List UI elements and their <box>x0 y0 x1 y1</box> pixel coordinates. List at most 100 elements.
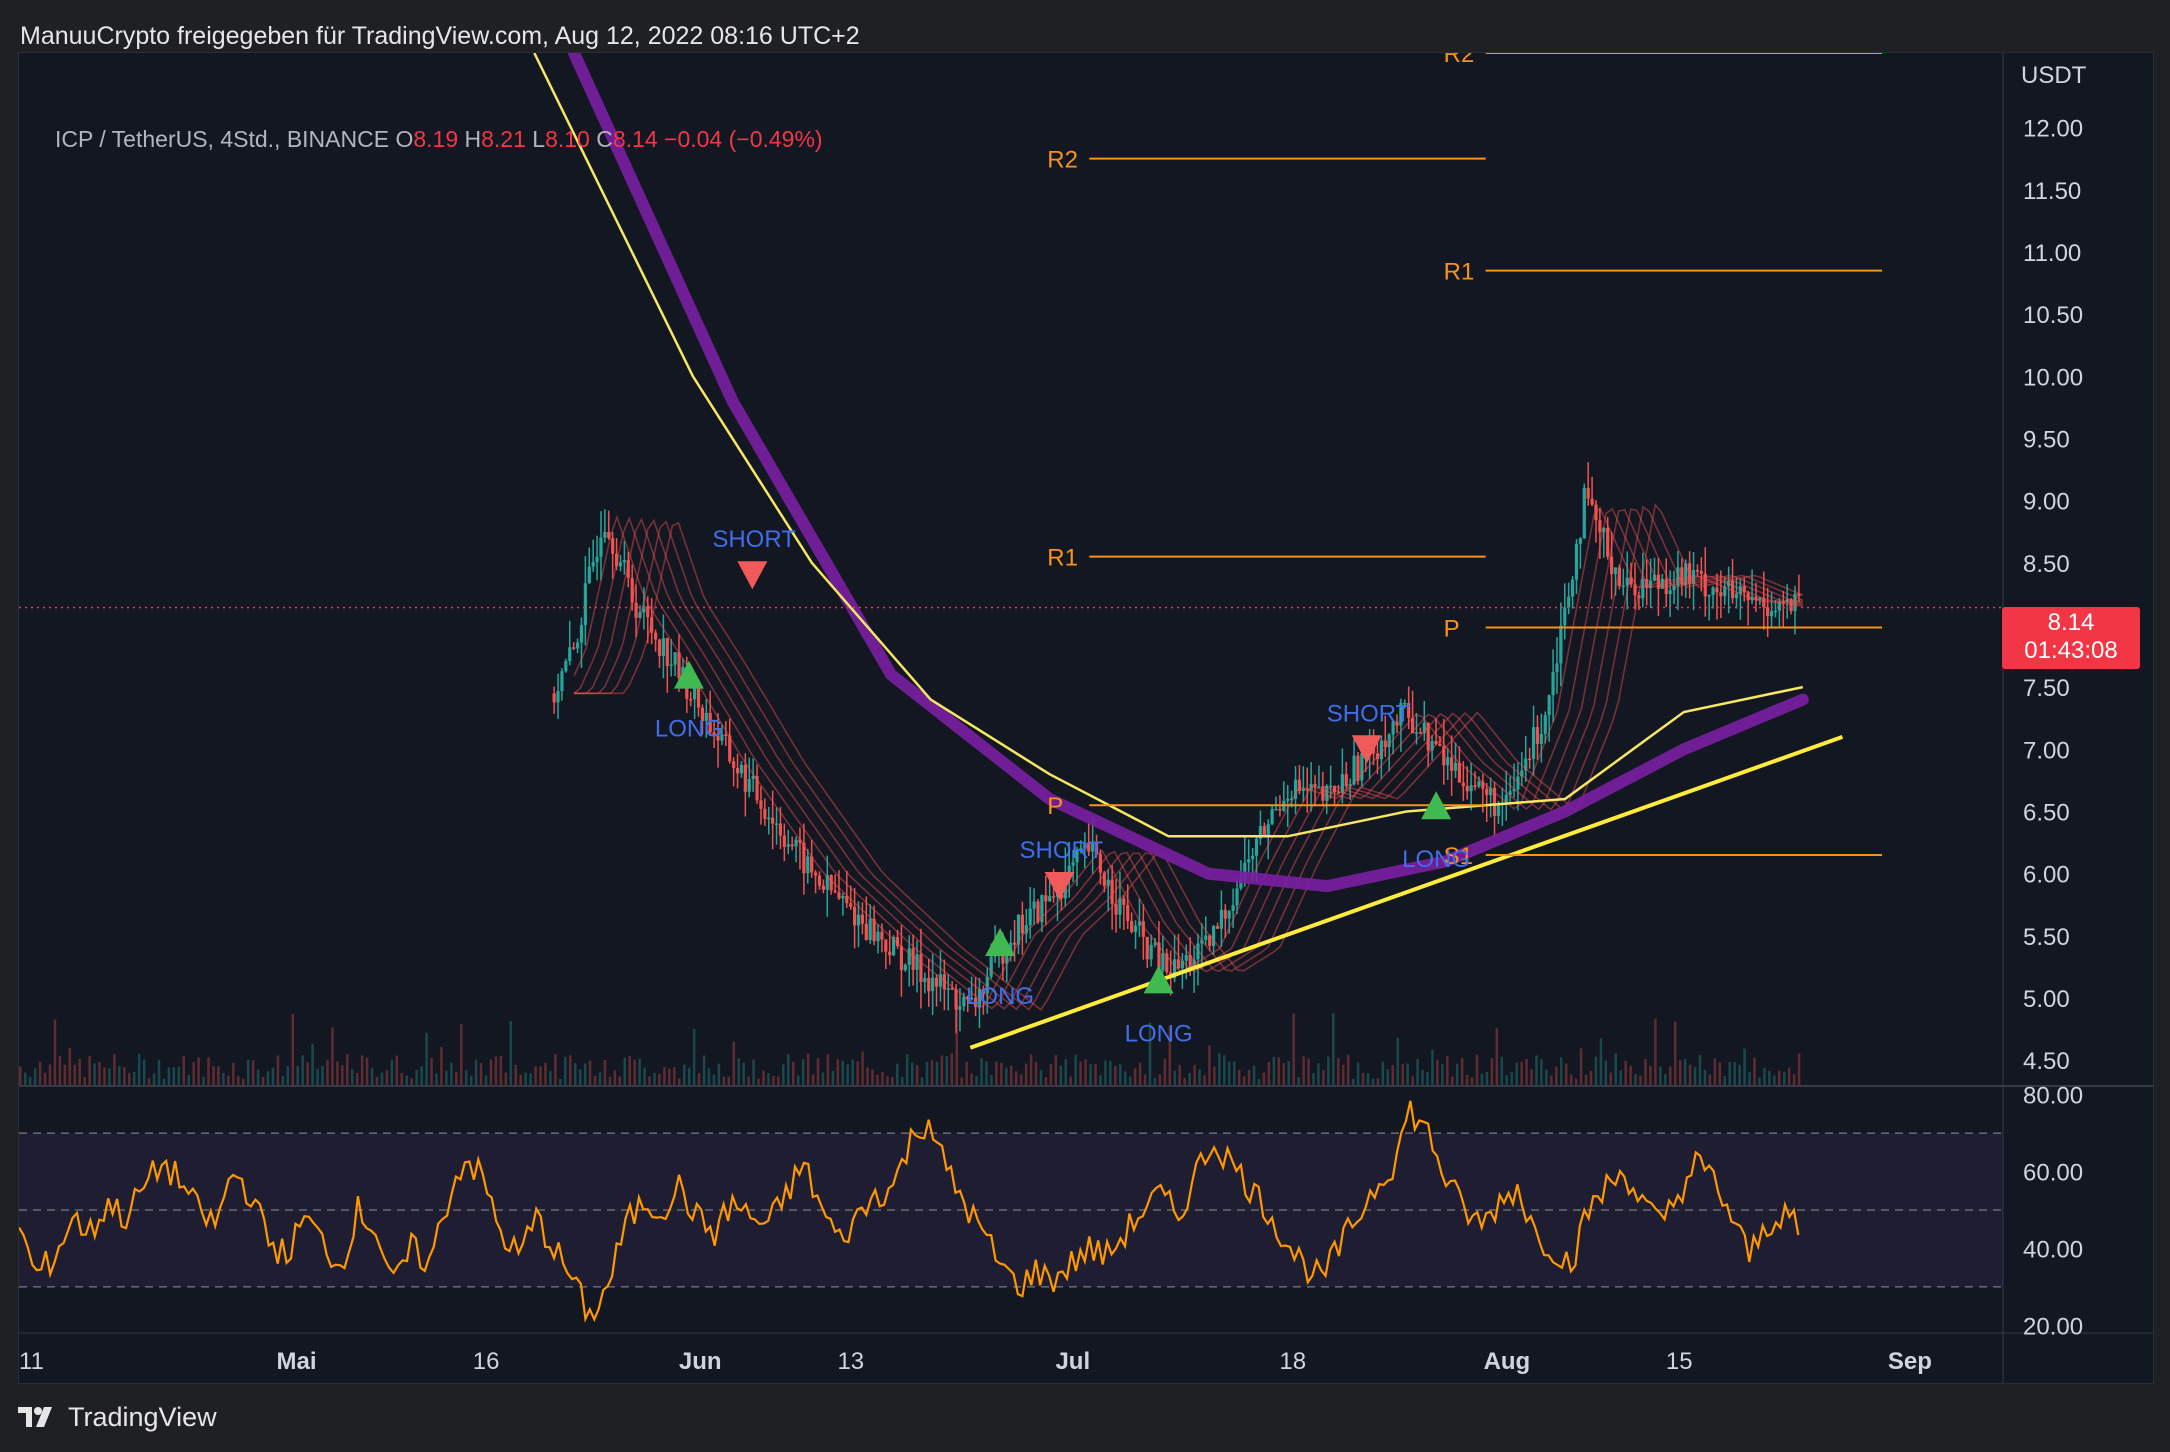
candle-body <box>1266 824 1270 836</box>
candle-body <box>1719 592 1723 597</box>
candle-body <box>1270 809 1274 825</box>
price-tick-label: 11.00 <box>2023 240 2081 267</box>
volume-bar <box>504 1072 508 1085</box>
volume-bar <box>385 1070 389 1085</box>
volume-bar <box>1014 1071 1018 1085</box>
volume-bar <box>628 1055 631 1085</box>
volume-bar <box>707 1068 711 1085</box>
candle-body <box>568 647 572 661</box>
volume-bar <box>415 1070 418 1085</box>
volume-bar <box>430 1058 433 1085</box>
volume-bar <box>232 1062 235 1085</box>
candle-body <box>1317 786 1321 788</box>
chart-canvas[interactable]: USDT 12.00 11.50 11.00 10.50 10.00 9.50 9.00 8.5… <box>19 53 2153 1383</box>
volume-bar <box>767 1073 770 1085</box>
volume-bar <box>1277 1057 1281 1085</box>
candle-body <box>1114 904 1118 915</box>
candle-body <box>911 948 915 970</box>
volume-bar <box>1693 1067 1697 1085</box>
volume-bar <box>668 1068 671 1085</box>
short-signal-icon <box>737 561 768 590</box>
price-tick-label: 10.00 <box>2023 364 2083 391</box>
volume-bar <box>202 1076 205 1085</box>
volume-bar <box>633 1059 636 1085</box>
volume-bar <box>251 1060 255 1085</box>
volume-bar <box>464 1070 468 1085</box>
volume-bar <box>910 1062 914 1085</box>
volume-bar <box>455 1071 458 1085</box>
volume-bar <box>1119 1064 1122 1085</box>
volume-bar <box>573 1062 577 1085</box>
footer: TradingView <box>18 1400 217 1434</box>
volume-bar <box>1000 1062 1003 1085</box>
tradingview-brand[interactable]: TradingView <box>68 1402 217 1433</box>
volume-bar <box>846 1064 849 1085</box>
price-tick-label: 5.50 <box>2023 924 2070 951</box>
volume-bar <box>876 1074 879 1085</box>
candle-body <box>657 639 662 657</box>
volume-bar <box>821 1072 825 1085</box>
volume-bar <box>1446 1055 1449 1085</box>
volume-bar <box>1257 1078 1261 1085</box>
volume-bar <box>1787 1067 1791 1085</box>
volume-bar <box>1782 1071 1786 1085</box>
volume-bar <box>549 1071 552 1085</box>
volume-bar <box>692 1028 696 1085</box>
volume-bar <box>687 1067 691 1085</box>
high-value: 8.21 <box>481 126 526 152</box>
candle-body <box>1133 925 1138 932</box>
volume-bar <box>1530 1069 1533 1085</box>
volume-bar <box>1654 1018 1657 1085</box>
price-tick-label: 9.00 <box>2023 489 2070 516</box>
chart-frame[interactable]: USDT 12.00 11.50 11.00 10.50 10.00 9.50 9.00 8.5… <box>18 52 2154 1384</box>
volume-bar <box>1049 1063 1053 1085</box>
volume-bar <box>1733 1061 1736 1085</box>
volume-bar <box>1450 1076 1454 1085</box>
volume-bar <box>1262 1072 1266 1085</box>
volume-bar <box>1490 1058 1494 1085</box>
volume-bar <box>1649 1065 1652 1085</box>
candle-body <box>735 768 740 774</box>
volume-bar <box>227 1075 230 1085</box>
pivot-label: P <box>1444 615 1460 642</box>
volume-bar <box>905 1054 909 1085</box>
rsi-tick-label: 20.00 <box>2023 1313 2083 1340</box>
pivot-label: R1 <box>1047 545 1078 572</box>
candle-body <box>1469 785 1473 792</box>
candle-body <box>1567 596 1571 608</box>
volume-bar <box>970 1073 973 1085</box>
close-label: C <box>596 126 613 152</box>
volume-bar <box>1089 1063 1092 1085</box>
candle-body <box>884 939 888 952</box>
candle-body <box>1126 904 1130 921</box>
candle-body <box>696 685 701 708</box>
volume-bar <box>915 1065 919 1085</box>
candle-body <box>1352 755 1356 785</box>
volume-bar <box>1223 1055 1226 1085</box>
candle-body <box>876 931 880 942</box>
time-tick-label: Jul <box>1055 1348 1090 1375</box>
volume-bar <box>791 1061 795 1085</box>
volume-bar <box>1173 1070 1177 1085</box>
candle-body <box>833 890 837 893</box>
volume-bar <box>831 1070 835 1085</box>
volume-bar <box>1569 1074 1573 1085</box>
volume-bar <box>1381 1061 1385 1085</box>
volume-bar <box>1768 1070 1771 1085</box>
volume-bar <box>276 1055 280 1085</box>
candle-body <box>1262 826 1266 836</box>
volume-bar <box>1515 1062 1518 1085</box>
candle-body <box>1251 855 1255 860</box>
candle-body <box>1559 625 1563 664</box>
volume-bar <box>1778 1070 1781 1085</box>
candle-body <box>1414 732 1419 734</box>
volume-bar <box>321 1065 324 1085</box>
candle-body <box>665 638 669 666</box>
candle-body <box>1122 898 1126 905</box>
bar-countdown: 01:43:08 <box>2024 637 2118 664</box>
time-tick-label: Mai <box>277 1348 317 1375</box>
candle-body <box>907 948 911 965</box>
volume-bar <box>1550 1075 1553 1085</box>
symbol-label[interactable]: ICP / TetherUS, 4Std., BINANCE <box>55 126 389 152</box>
candle-body <box>1578 538 1582 544</box>
